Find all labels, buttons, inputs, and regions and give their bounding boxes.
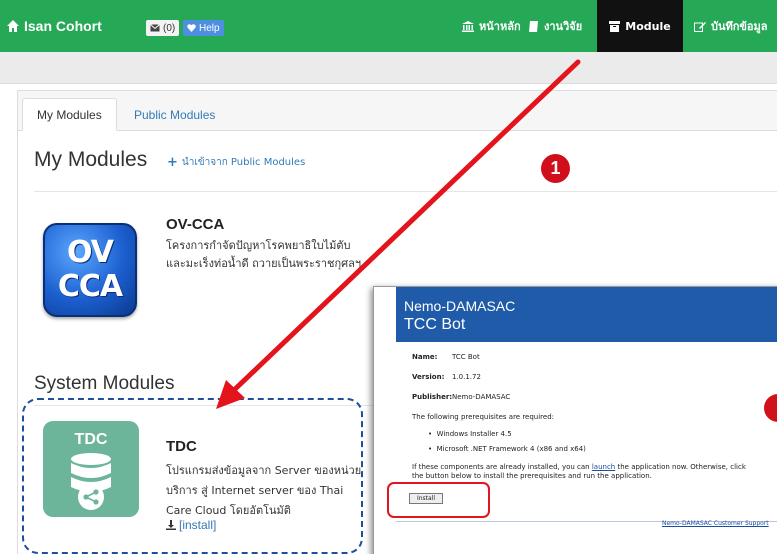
import-public-modules-link[interactable]: + นำเข้าจาก Public Modules bbox=[167, 155, 305, 170]
installer-note-part1: If these components are already installe… bbox=[412, 463, 592, 471]
installer-version-value: 1.0.1.72 bbox=[452, 373, 481, 381]
messages-count: (0) bbox=[163, 22, 176, 34]
edit-icon bbox=[694, 21, 706, 32]
customer-support-link[interactable]: Nemo-DAMASAC Customer Support bbox=[662, 520, 769, 527]
installer-name-value: TCC Bot bbox=[452, 353, 480, 361]
nav-record-label: บันทึกข้อมูล bbox=[711, 20, 768, 33]
nav-home[interactable]: หน้าหลัก bbox=[454, 0, 529, 52]
step-number-badge: 1 bbox=[541, 154, 570, 183]
messages-button[interactable]: (0) bbox=[146, 20, 180, 36]
ov-icon-text-2: CCA bbox=[57, 269, 123, 304]
ov-cca-title[interactable]: OV-CCA bbox=[166, 216, 224, 233]
top-navbar: Isan Cohort (0) Help หน้าหลัก งานวิจัย M… bbox=[0, 0, 777, 52]
brand-link[interactable]: Isan Cohort bbox=[6, 18, 102, 34]
installer-prereq-item: • Windows Installer 4.5 bbox=[428, 430, 512, 438]
installer-version-row: Version: 1.0.1.72 bbox=[412, 373, 481, 381]
help-button[interactable]: Help bbox=[183, 20, 224, 36]
import-link-label: นำเข้าจาก Public Modules bbox=[181, 157, 306, 168]
installer-name-label: Name: bbox=[412, 353, 438, 361]
divider bbox=[34, 191, 777, 192]
installer-screenshot: Nemo-DAMASAC TCC Bot Name: TCC Bot Versio… bbox=[373, 286, 777, 554]
tab-public-modules[interactable]: Public Modules bbox=[120, 98, 229, 131]
plus-icon: + bbox=[167, 155, 178, 170]
system-modules-heading: System Modules bbox=[34, 373, 175, 394]
launch-link[interactable]: launch bbox=[592, 463, 615, 471]
installer-publisher-value: Nemo-DAMASAC bbox=[452, 393, 511, 401]
nav-module[interactable]: Module bbox=[597, 0, 683, 52]
toolbar-strip bbox=[0, 52, 777, 84]
nav-record[interactable]: บันทึกข้อมูล bbox=[686, 0, 777, 52]
installer-publisher-label: Publisher: bbox=[412, 393, 453, 401]
ov-cca-module-icon[interactable]: OV CCA bbox=[43, 223, 137, 317]
module-tabs: My Modules Public Modules bbox=[18, 91, 777, 131]
installer-version-label: Version: bbox=[412, 373, 445, 381]
installer-name-row: Name: TCC Bot bbox=[412, 353, 480, 361]
archive-icon bbox=[609, 20, 621, 32]
nav-home-label: หน้าหลัก bbox=[479, 20, 521, 33]
heart-icon bbox=[187, 24, 196, 32]
installer-publisher-row: Publisher:Nemo-DAMASAC bbox=[412, 393, 510, 401]
tdc-highlight-box bbox=[22, 398, 363, 554]
envelope-icon bbox=[150, 24, 160, 32]
installer-prereq-label: Microsoft .NET Framework 4 (x86 and x64) bbox=[436, 445, 586, 453]
install-highlight-box bbox=[387, 482, 490, 518]
installer-prereq-item: • Microsoft .NET Framework 4 (x86 and x6… bbox=[428, 445, 586, 453]
home-icon bbox=[7, 20, 19, 32]
tab-my-modules[interactable]: My Modules bbox=[22, 98, 117, 131]
installer-prereq-text: The following prerequisites are required… bbox=[412, 413, 555, 421]
book-icon bbox=[529, 20, 538, 32]
nav-research[interactable]: งานวิจัย bbox=[520, 0, 590, 52]
my-modules-heading: My Modules bbox=[34, 148, 148, 171]
installer-publisher-title: Nemo-DAMASAC bbox=[404, 298, 516, 314]
installer-header: Nemo-DAMASAC TCC Bot bbox=[396, 287, 777, 342]
institution-icon bbox=[462, 20, 474, 32]
installer-app-title: TCC Bot bbox=[404, 316, 466, 333]
ov-icon-text-1: OV bbox=[67, 235, 114, 270]
nav-module-label: Module bbox=[625, 19, 671, 33]
ov-cca-description: โครงการกำจัดปัญหาโรคพยาธิใบไม้ตับและมะเร… bbox=[166, 239, 362, 270]
brand-label: Isan Cohort bbox=[24, 18, 102, 34]
help-label: Help bbox=[199, 22, 220, 34]
nav-research-label: งานวิจัย bbox=[544, 20, 583, 33]
installer-prereq-label: Windows Installer 4.5 bbox=[436, 430, 512, 438]
installer-note: If these components are already installe… bbox=[412, 463, 752, 481]
